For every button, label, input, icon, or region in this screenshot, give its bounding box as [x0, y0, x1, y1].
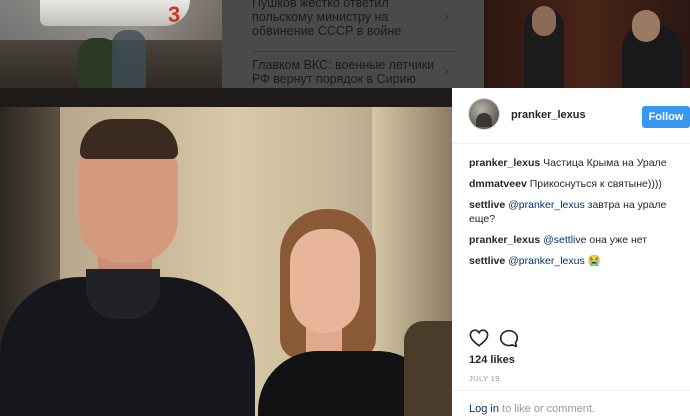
comment-mention[interactable]: @pranker_lexus [508, 255, 585, 267]
likes-count[interactable]: 124 likes [469, 354, 515, 366]
chevron-right-icon: › [444, 8, 449, 24]
comment-text: 😭 [587, 255, 601, 267]
news-photo-left[interactable]: 3 [0, 0, 222, 88]
comment-text: Частица Крыма на Урале [543, 157, 667, 169]
instagram-embed: pranker_lexus Follow pranker_lexus Части… [0, 88, 690, 416]
comment-icon[interactable] [499, 329, 519, 353]
login-prompt: Log in to like or comment. [469, 403, 595, 415]
post-photo[interactable] [0, 107, 452, 416]
comment-mention[interactable]: @pranker_lexus [508, 199, 585, 211]
comment-username[interactable]: settlive [469, 255, 505, 267]
news-list: Пушков жестко ответил польскому министру… [222, 0, 484, 88]
divider [252, 51, 457, 52]
avatar[interactable] [468, 98, 500, 130]
comment-username[interactable]: dmmatveev [469, 178, 527, 190]
comment: settlive @pranker_lexus 😭 [469, 254, 687, 268]
comments-list: pranker_lexus Частица Крыма на Урале dmm… [469, 156, 687, 275]
comment-text: Прикоснуться к святыне)))) [529, 178, 662, 190]
comment: pranker_lexus @settlive она уже нет [469, 233, 687, 247]
post-header: pranker_lexus Follow [452, 88, 690, 144]
comment-username[interactable]: pranker_lexus [469, 234, 540, 246]
login-prompt-text: to like or comment. [498, 403, 595, 415]
chevron-right-icon: › [444, 62, 449, 78]
news-photo-right[interactable] [484, 0, 690, 88]
header-username[interactable]: pranker_lexus [511, 109, 586, 121]
comment: dmmatveev Прикоснуться к святыне)))) [469, 177, 687, 191]
post-sidebar: pranker_lexus Follow pranker_lexus Части… [452, 88, 690, 416]
comment-username[interactable]: pranker_lexus [469, 157, 540, 169]
divider [452, 390, 690, 391]
comment-text: она уже нет [589, 234, 648, 246]
comment-username[interactable]: settlive [469, 199, 505, 211]
news-headline-2[interactable]: Главком ВКС: военные летчики РФ вернут п… [252, 58, 452, 86]
comment-mention[interactable]: @settlive [543, 234, 586, 246]
post-date[interactable]: JULY 19 [469, 374, 500, 383]
comment: settlive @pranker_lexus завтра на урале … [469, 198, 687, 226]
login-link[interactable]: Log in [469, 403, 499, 415]
comment: pranker_lexus Частица Крыма на Урале [469, 156, 687, 170]
news-headline-1[interactable]: Пушков жестко ответил польскому министру… [252, 0, 452, 38]
heart-icon[interactable] [469, 329, 489, 352]
follow-button[interactable]: Follow [642, 106, 690, 128]
background-news-page: 3 Пушков жестко ответил польскому минист… [0, 0, 690, 88]
